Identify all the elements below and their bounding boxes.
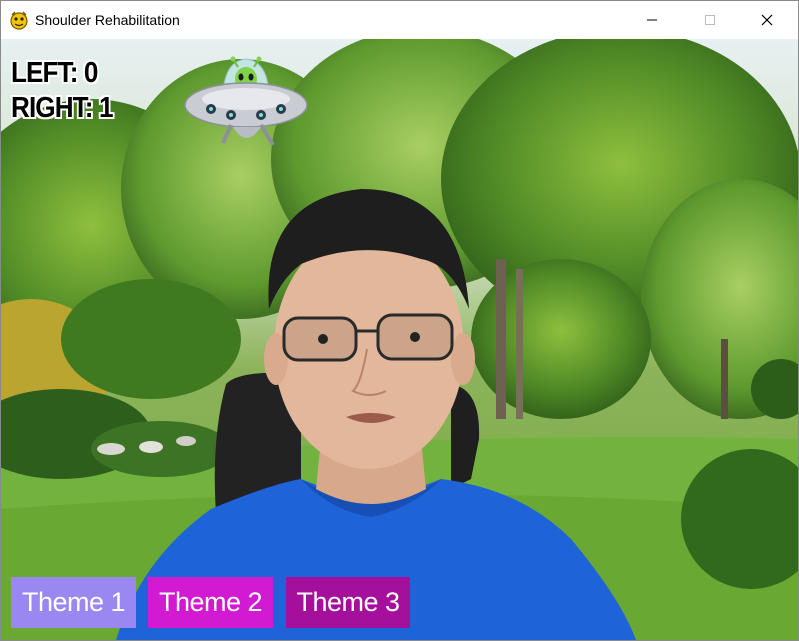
right-score-label: RIGHT: 1 xyxy=(11,92,113,124)
theme-1-button[interactable]: Theme 1 xyxy=(11,577,136,628)
app-window: Shoulder Rehabilitation LEFT: 0 RIGHT: 1… xyxy=(0,0,799,641)
minimize-button[interactable] xyxy=(629,1,675,39)
camera-scene: LEFT: 0 RIGHT: 1 Theme 1 Theme 2 Theme 3 xyxy=(1,39,798,640)
user-video-figure xyxy=(116,189,636,640)
maximize-button[interactable] xyxy=(687,1,733,39)
theme-2-button[interactable]: Theme 2 xyxy=(148,577,273,628)
maximize-icon xyxy=(705,15,715,25)
theme-3-button[interactable]: Theme 3 xyxy=(286,577,410,628)
close-icon xyxy=(761,14,773,26)
window-title: Shoulder Rehabilitation xyxy=(35,12,180,28)
minimize-icon xyxy=(647,19,657,21)
close-button[interactable] xyxy=(744,1,790,39)
title-bar[interactable]: Shoulder Rehabilitation xyxy=(1,1,798,39)
ufo-alien-icon xyxy=(184,56,308,147)
pygame-snake-icon xyxy=(10,11,28,30)
left-score-label: LEFT: 0 xyxy=(11,57,98,89)
